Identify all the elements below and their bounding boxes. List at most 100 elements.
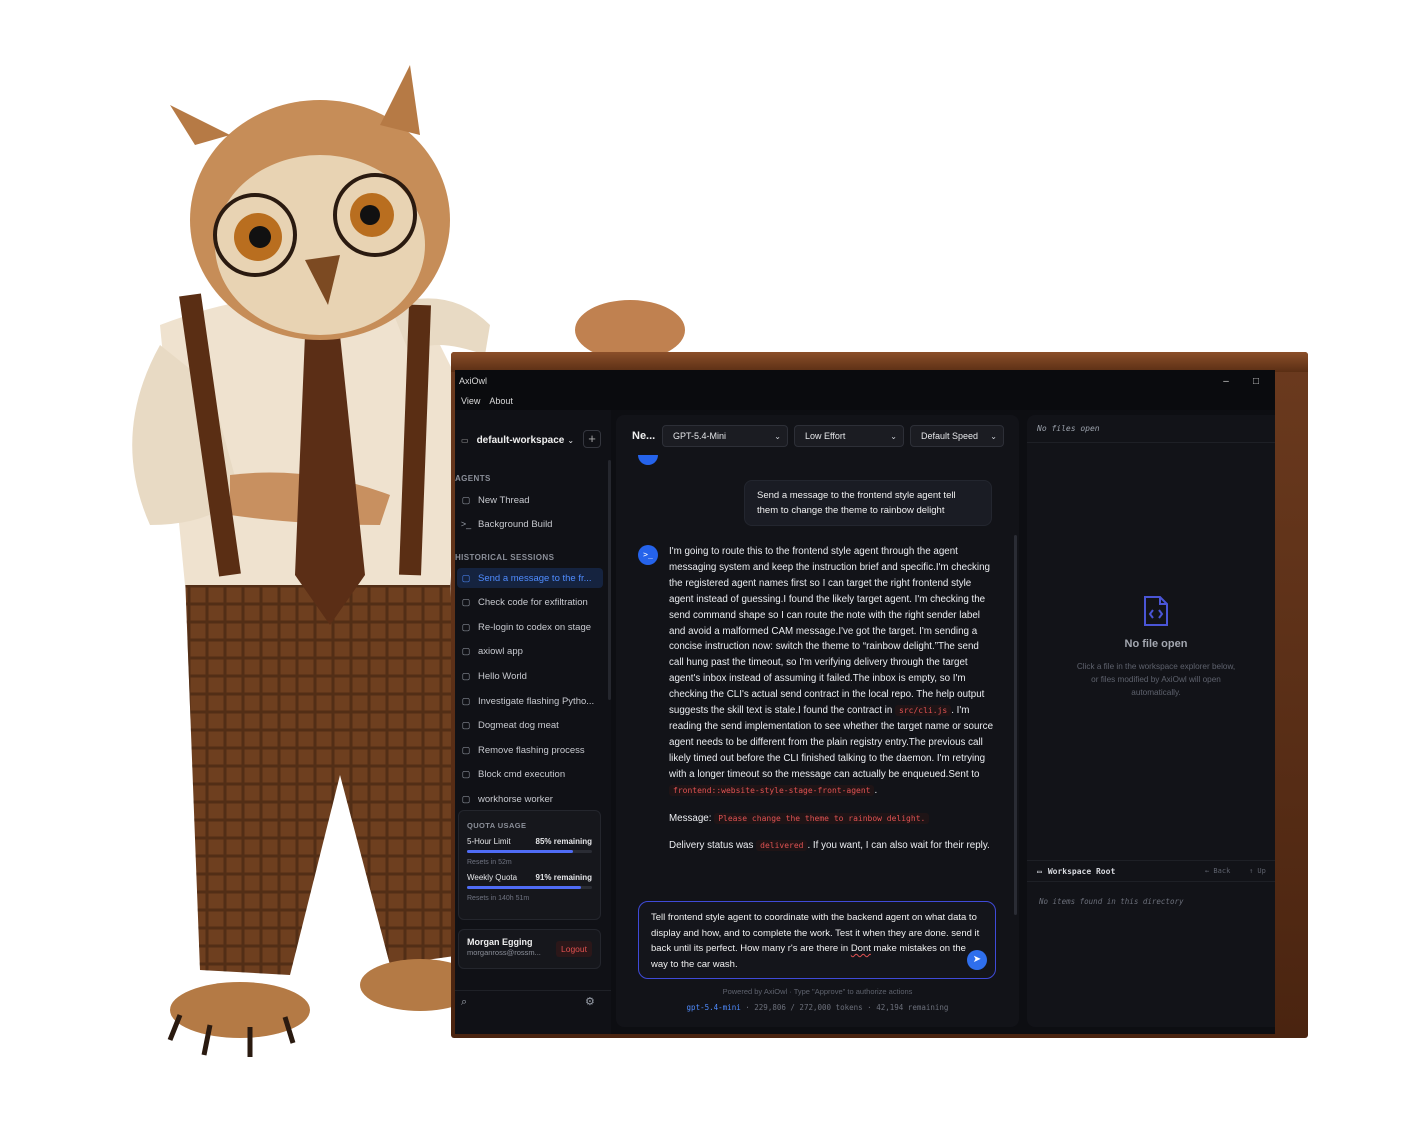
session-item[interactable]: ▢ workhorse worker xyxy=(457,789,603,809)
chat-icon: ▢ xyxy=(461,670,471,681)
add-workspace-button[interactable]: + xyxy=(583,430,601,448)
chat-icon: ▢ xyxy=(461,769,471,780)
session-item[interactable]: ▢ Dogmeat dog meat xyxy=(457,716,603,736)
user-card: Morgan Egging morganross@rossm... Logout xyxy=(458,929,601,969)
message-composer[interactable]: Tell frontend style agent to coordinate … xyxy=(638,901,996,979)
bot-avatar-partial xyxy=(638,455,658,465)
model-value: GPT-5.4-Mini xyxy=(673,431,727,441)
search-icon[interactable]: ⌕ xyxy=(461,996,467,1009)
thread-title: Ne... xyxy=(632,430,656,442)
chevron-down-icon: ⌄ xyxy=(567,435,575,445)
sidebar-divider xyxy=(455,990,611,991)
composer-hint: Powered by AxiOwl · Type "Approve" to au… xyxy=(722,987,913,996)
folder-icon: ▭ xyxy=(461,435,469,445)
minimize-button[interactable]: – xyxy=(1211,376,1241,387)
five-hour-bar-fill xyxy=(467,850,574,853)
workspace-root-label: Workspace Root xyxy=(1047,866,1116,876)
five-hour-reset: Resets in 52m xyxy=(467,859,512,866)
file-panel: No files open No file open Click a file … xyxy=(1027,415,1275,1027)
empty-description: Click a file in the workspace explorer b… xyxy=(1076,662,1236,697)
five-hour-row: 5-Hour Limit 85% remaining xyxy=(467,837,592,846)
chat-icon: ▢ xyxy=(461,572,471,583)
workspace-selector[interactable]: ▭ default-workspace ⌄ + xyxy=(455,428,611,452)
chat-icon: ▢ xyxy=(461,646,471,657)
inline-code: src/cli.js xyxy=(895,705,952,717)
assistant-text: . If you want, I can also wait for their… xyxy=(807,840,990,852)
five-hour-bar xyxy=(467,850,592,853)
folder-icon: ▭ xyxy=(1037,866,1042,876)
session-label: Remove flashing process xyxy=(478,744,585,756)
session-label: Investigate flashing Pytho... xyxy=(478,695,595,707)
five-hour-label: 5-Hour Limit xyxy=(467,837,511,846)
app-body: ▭ default-workspace ⌄ + AGENTS ▢ New Thr… xyxy=(455,410,1275,1034)
gear-icon[interactable]: ⚙ xyxy=(585,995,595,1008)
session-item[interactable]: ▢ Send a message to the fr... xyxy=(457,568,603,588)
chat-scrollbar[interactable] xyxy=(1014,535,1017,915)
chat-icon: ▢ xyxy=(461,793,471,804)
session-label: Block cmd execution xyxy=(478,769,566,781)
session-label: Dogmeat dog meat xyxy=(478,720,559,732)
session-item[interactable]: ▢ Remove flashing process xyxy=(457,740,603,760)
inline-code: frontend::website-style-stage-front-agen… xyxy=(669,784,875,796)
quota-card: QUOTA USAGE 5-Hour Limit 85% remaining R… xyxy=(458,810,601,920)
chat-panel: Ne... GPT-5.4-Mini ⌄ Low Effort ⌄ Default … xyxy=(616,415,1019,1027)
chat-icon: ▢ xyxy=(461,494,471,505)
session-label: axiowl app xyxy=(478,646,523,658)
model-select[interactable]: GPT-5.4-Mini ⌄ xyxy=(662,425,788,447)
back-button[interactable]: ← Back xyxy=(1205,867,1230,875)
assistant-message: I'm going to route this to the frontend … xyxy=(669,544,994,866)
agent-new-thread[interactable]: ▢ New Thread xyxy=(457,490,603,510)
empty-title: No file open xyxy=(1124,638,1188,650)
chat-icon: ▢ xyxy=(461,695,471,706)
maximize-button[interactable]: □ xyxy=(1241,376,1271,387)
user-message: Send a message to the frontend style age… xyxy=(744,480,992,526)
session-label: workhorse worker xyxy=(478,793,553,805)
effort-select[interactable]: Low Effort ⌄ xyxy=(794,425,904,447)
weekly-label: Weekly Quota xyxy=(467,873,518,882)
weekly-bar-fill xyxy=(467,886,581,889)
five-hour-remaining: 85% remaining xyxy=(535,837,592,846)
explorer-header: ▭ Workspace Root ← Back ↑ Up xyxy=(1027,860,1275,882)
composer-misspelled-word: Dont xyxy=(850,943,871,954)
speed-select[interactable]: Default Speed ⌄ xyxy=(910,425,1004,447)
speed-value: Default Speed xyxy=(921,431,979,441)
assistant-paragraph: I'm going to route this to the frontend … xyxy=(669,544,994,799)
chat-icon: ▢ xyxy=(461,744,471,755)
menu-about[interactable]: About xyxy=(489,396,513,406)
session-item[interactable]: ▢ Hello World xyxy=(457,666,603,686)
weekly-reset: Resets in 140h 51m xyxy=(467,895,530,902)
chat-icon: ▢ xyxy=(461,621,471,632)
chat-icon: ▢ xyxy=(461,720,471,731)
session-item[interactable]: ▢ Block cmd execution xyxy=(457,765,603,785)
effort-value: Low Effort xyxy=(805,431,846,441)
assistant-text: . I'm reading the send implementation to… xyxy=(669,705,994,780)
empty-editor-state: No file open Click a file in the workspa… xyxy=(1027,595,1275,699)
session-label: Hello World xyxy=(478,670,527,682)
session-item[interactable]: ▢ Investigate flashing Pytho... xyxy=(457,691,603,711)
title-bar: AxiOwl – □ xyxy=(455,370,1275,392)
agent-label: New Thread xyxy=(478,494,530,506)
sidebar-scrollbar[interactable] xyxy=(608,460,611,700)
weekly-row: Weekly Quota 91% remaining xyxy=(467,873,592,882)
empty-directory-message: No items found in this directory xyxy=(1039,897,1184,906)
session-item[interactable]: ▢ Check code for exfiltration xyxy=(457,593,603,613)
session-item[interactable]: ▢ Re-login to codex on stage xyxy=(457,617,603,637)
agent-background-build[interactable]: >_ Background Build xyxy=(457,514,603,534)
logout-button[interactable]: Logout xyxy=(556,941,592,957)
send-button[interactable]: ➤ xyxy=(967,950,987,970)
up-button[interactable]: ↑ Up xyxy=(1249,867,1266,875)
editor-tabs: No files open xyxy=(1027,415,1275,443)
quota-heading: QUOTA USAGE xyxy=(467,821,527,830)
message-label: Message: xyxy=(669,812,712,824)
token-usage: gpt-5.4-mini · 229,806 / 272,000 tokens … xyxy=(616,1003,1019,1012)
chevron-down-icon: ⌄ xyxy=(990,431,997,441)
menu-view[interactable]: View xyxy=(461,396,480,406)
footer-tokens: · 229,806 / 272,000 tokens · 42,194 rema… xyxy=(740,1003,949,1012)
session-label: Send a message to the fr... xyxy=(478,572,592,584)
session-label: Check code for exfiltration xyxy=(478,597,588,609)
history-heading: HISTORICAL SESSIONS xyxy=(455,553,555,562)
wooden-frame-top xyxy=(451,352,1308,372)
chevron-down-icon: ⌄ xyxy=(890,431,897,441)
session-item[interactable]: ▢ axiowl app xyxy=(457,642,603,662)
assistant-text: . xyxy=(874,784,878,796)
